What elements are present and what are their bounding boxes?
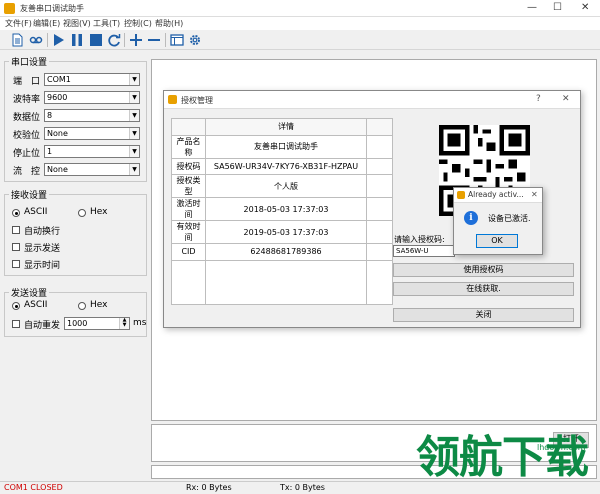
chevron-down-icon: ▼ [129, 92, 139, 103]
stop-bits-select[interactable]: 1 ▼ [44, 145, 140, 158]
title-bar: 友善串口调试助手 — ☐ ✕ [0, 0, 600, 17]
receive-ascii-radio[interactable] [12, 209, 20, 217]
show-time-label: 显示时间 [24, 261, 61, 271]
resend-interval-input[interactable]: 1000 ▲ ▼ [64, 317, 130, 330]
add-icon[interactable] [129, 33, 143, 47]
port-select[interactable]: COM1 ▼ [44, 73, 140, 86]
chevron-down-icon: ▼ [129, 74, 139, 85]
license-details-table: 详情 产品名称 友善串口调试助手 授权码 SA56W-UR34V-7KY76-XB3… [171, 118, 393, 305]
popup-title: Already activ... [468, 190, 524, 199]
show-send-checkbox[interactable] [12, 243, 20, 251]
activation-popup: Already activ... ✕ i 设备已激活. OK [453, 187, 543, 255]
data-bits-select[interactable]: 8 ▼ [44, 109, 140, 122]
new-file-icon[interactable] [10, 33, 24, 47]
spin-icon: ▲ ▼ [119, 318, 129, 329]
auth-dialog-titlebar: 授权管理 ? ✕ [164, 91, 580, 109]
auth-dialog-title: 授权管理 [181, 96, 213, 105]
send-hex-radio[interactable] [78, 302, 86, 310]
window-title: 友善串口调试助手 [20, 4, 84, 13]
menu-control[interactable]: 控制(C) [124, 18, 152, 29]
status-bar: COM1 CLOSED Rx: 0 Bytes Tx: 0 Bytes [0, 481, 600, 494]
auto-wrap-checkbox[interactable] [12, 226, 20, 234]
receive-ascii-label: ASCII [24, 207, 48, 217]
play-icon[interactable] [51, 33, 65, 47]
chevron-down-icon: ▼ [129, 110, 139, 121]
send-hex-label: Hex [90, 300, 108, 310]
menu-tools[interactable]: 工具(T) [93, 18, 120, 29]
menu-view[interactable]: 视图(V) [63, 18, 91, 29]
parity-label: 校验位 [13, 131, 41, 141]
send-ascii-radio[interactable] [12, 302, 20, 310]
refresh-icon[interactable] [107, 33, 121, 47]
stop-bits-label: 停止位 [13, 149, 41, 159]
show-time-checkbox[interactable] [12, 260, 20, 268]
port-label: 端 口 [13, 77, 41, 87]
stop-icon[interactable] [89, 33, 103, 47]
rx-count: Rx: 0 Bytes [186, 483, 232, 492]
auth-code-label: 请输入授权码: [394, 235, 445, 244]
table-header-row: 详情 [171, 118, 393, 136]
menu-edit[interactable]: 编辑(E) [33, 18, 60, 29]
app-icon [457, 191, 465, 199]
table-row: CID 62488681789386 [171, 243, 393, 261]
flow-control-label: 流 控 [13, 167, 41, 177]
chevron-down-icon: ▼ [129, 128, 139, 139]
use-auth-code-button[interactable]: 使用授权码 [393, 263, 574, 277]
send-ascii-label: ASCII [24, 300, 48, 310]
close-icon[interactable]: ✕ [562, 94, 570, 104]
app-icon [4, 3, 15, 14]
app-icon [168, 95, 177, 104]
table-row: 授权码 SA56W-UR34V-7KY76-XB31F-HZPAU [171, 157, 393, 175]
send-settings-title: 发送设置 [9, 286, 50, 299]
table-header: 详情 [205, 118, 367, 136]
receive-hex-radio[interactable] [78, 209, 86, 217]
interval-unit: ms [133, 318, 147, 328]
tx-count: Tx: 0 Bytes [280, 483, 325, 492]
menu-bar: 文件(F) 编辑(E) 视图(V) 工具(T) 控制(C) 帮助(H) [0, 17, 600, 30]
auto-resend-checkbox[interactable] [12, 320, 20, 328]
table-row: 授权类型 个人版 [171, 174, 393, 198]
baud-select[interactable]: 9600 ▼ [44, 91, 140, 104]
toolbar [0, 30, 600, 50]
settings-icon[interactable] [188, 33, 202, 47]
pause-icon[interactable] [70, 33, 84, 47]
receive-settings-title: 接收设置 [9, 188, 50, 201]
baud-label: 波特率 [13, 95, 41, 105]
maximize-button[interactable]: ☐ [553, 2, 562, 13]
port-status: COM1 CLOSED [4, 483, 63, 492]
menu-file[interactable]: 文件(F) [5, 18, 32, 29]
chevron-down-icon: ▼ [129, 164, 139, 175]
popup-titlebar: Already activ... ✕ [454, 188, 542, 203]
watermark-brand: 领航下载 [416, 432, 589, 483]
close-icon[interactable]: ✕ [531, 190, 538, 199]
close-dialog-button[interactable]: 关闭 [393, 308, 574, 322]
table-row: 激活时间 2018-05-03 17:37:03 [171, 197, 393, 221]
receive-hex-label: Hex [90, 207, 108, 217]
auto-resend-label: 自动重发 [24, 321, 61, 331]
help-icon[interactable]: ? [536, 94, 541, 104]
auth-code-input[interactable]: SA56W-U [393, 245, 455, 257]
remove-icon[interactable] [147, 33, 161, 47]
show-send-label: 显示发送 [24, 244, 61, 254]
minimize-button[interactable]: — [527, 2, 537, 13]
window-icon[interactable] [170, 33, 184, 47]
ok-button[interactable]: OK [476, 234, 518, 248]
parity-select[interactable]: None ▼ [44, 127, 140, 140]
menu-help[interactable]: 帮助(H) [155, 18, 183, 29]
close-button[interactable]: ✕ [581, 2, 589, 13]
chevron-down-icon: ▼ [129, 146, 139, 157]
record-icon[interactable] [29, 33, 43, 47]
serial-settings-title: 串口设置 [9, 55, 50, 68]
popup-message: 设备已激活. [488, 214, 531, 223]
info-icon: i [464, 211, 478, 225]
data-bits-label: 数据位 [13, 113, 41, 123]
online-get-button[interactable]: 在线获取. [393, 282, 574, 296]
flow-control-select[interactable]: None ▼ [44, 163, 140, 176]
table-row: 产品名称 友善串口调试助手 [171, 134, 393, 159]
auto-wrap-label: 自动换行 [24, 227, 61, 237]
table-row: 有效时间 2019-05-03 17:37:03 [171, 220, 393, 244]
